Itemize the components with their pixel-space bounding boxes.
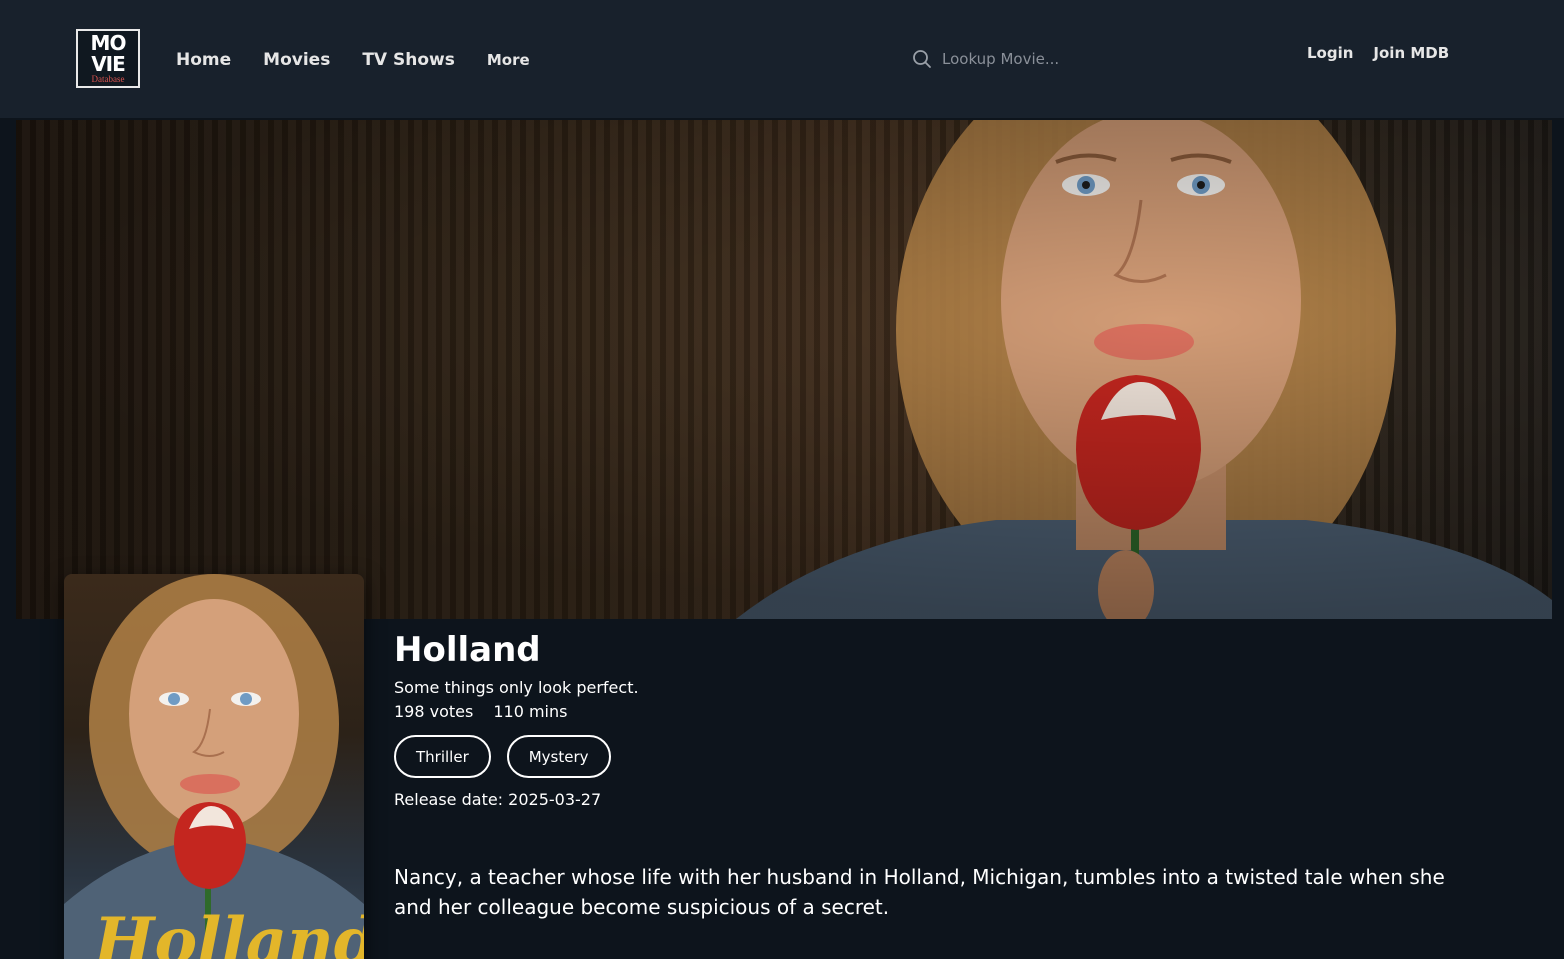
logo-line-3: Database — [91, 74, 125, 84]
logo-line-1: MO — [90, 31, 127, 55]
vote-count: 198 votes — [394, 702, 474, 721]
movie-details: Holland Some things only look perfect. 1… — [394, 628, 1494, 922]
top-header: MO VIE Database Home Movies TV Shows Mor… — [0, 0, 1564, 118]
movie-poster[interactable]: Holland — [64, 574, 364, 959]
poster-figure — [64, 574, 364, 959]
logo-line-2: VIE — [91, 52, 126, 76]
genre-list: Thriller Mystery — [394, 735, 1494, 778]
movie-meta: 198 votes 110 mins — [394, 702, 1494, 722]
search-input[interactable] — [942, 50, 1182, 68]
site-logo[interactable]: MO VIE Database — [76, 29, 140, 88]
backdrop-image — [16, 120, 1552, 619]
nav-tv-shows[interactable]: TV Shows — [362, 50, 455, 70]
movie-tagline: Some things only look perfect. — [394, 678, 639, 697]
release-date: Release date: 2025-03-27 — [394, 790, 602, 809]
movie-title: Holland — [394, 630, 541, 670]
main-nav: Home Movies TV Shows More — [176, 50, 530, 70]
poster-title-text: Holland — [94, 904, 364, 959]
runtime: 110 mins — [493, 702, 568, 721]
login-link[interactable]: Login — [1307, 44, 1353, 62]
search-bar — [912, 46, 1192, 72]
join-link[interactable]: Join MDB — [1373, 44, 1449, 62]
genre-tag-mystery[interactable]: Mystery — [506, 735, 611, 778]
nav-home[interactable]: Home — [176, 50, 231, 70]
nav-more[interactable]: More — [487, 51, 530, 69]
auth-links: Login Join MDB — [1307, 44, 1449, 62]
genre-tag-thriller[interactable]: Thriller — [394, 735, 491, 778]
nav-movies[interactable]: Movies — [263, 50, 330, 70]
search-icon[interactable] — [912, 49, 932, 69]
movie-overview: Nancy, a teacher whose life with her hus… — [394, 865, 1445, 919]
